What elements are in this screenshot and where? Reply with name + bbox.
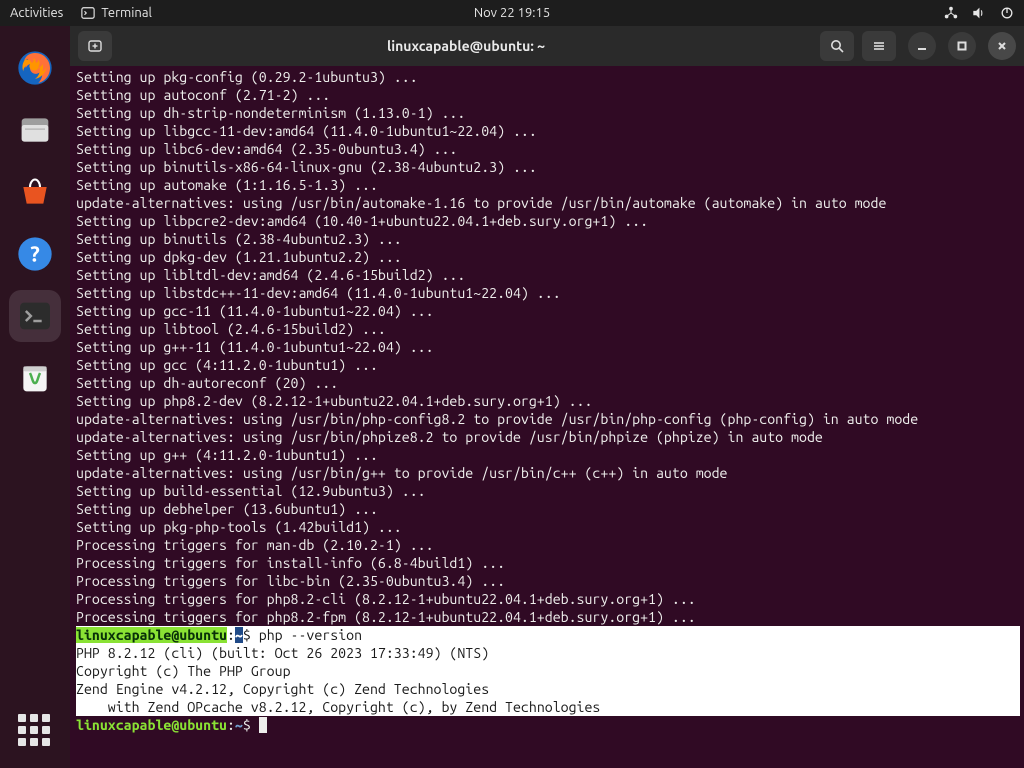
terminal-output-line: Setting up dh-strip-nondeterminism (1.13…: [76, 104, 1020, 122]
terminal-output-line: Setting up build-essential (12.9ubuntu3)…: [76, 482, 1020, 500]
terminal-titlebar: linuxcapable@ubuntu: ~: [70, 26, 1024, 66]
volume-icon[interactable]: [972, 6, 986, 20]
dock-terminal-icon[interactable]: [9, 290, 61, 342]
prompt-dollar: $: [243, 717, 259, 733]
dock-software-icon[interactable]: [9, 166, 61, 218]
terminal-output-line: Setting up libltdl-dev:amd64 (2.4.6-15bu…: [76, 266, 1020, 284]
terminal-cursor: [259, 717, 267, 733]
terminal-output-line: Setting up php8.2-dev (8.2.12-1+ubuntu22…: [76, 392, 1020, 410]
dock-firefox-icon[interactable]: [9, 42, 61, 94]
gnome-topbar: Activities Terminal Nov 22 19:15: [0, 0, 1024, 26]
topbar-app-indicator[interactable]: Terminal: [81, 6, 152, 20]
network-icon[interactable]: [944, 6, 958, 20]
terminal-output-line: Setting up automake (1:1.16.5-1.3) ...: [76, 176, 1020, 194]
terminal-output-line: Setting up libtool (2.4.6-15build2) ...: [76, 320, 1020, 338]
prompt-path: ~: [235, 717, 243, 733]
window-maximize-button[interactable]: [948, 32, 976, 60]
terminal-output-line: update-alternatives: using /usr/bin/phpi…: [76, 428, 1020, 446]
terminal-output-line: Zend Engine v4.2.12, Copyright (c) Zend …: [76, 680, 1020, 698]
terminal-output-line: update-alternatives: using /usr/bin/g++ …: [76, 464, 1020, 482]
topbar-app-label: Terminal: [101, 6, 152, 20]
window-minimize-button[interactable]: [908, 32, 936, 60]
terminal-output-line: Processing triggers for php8.2-cli (8.2.…: [76, 590, 1020, 608]
terminal-output-line: Setting up libstdc++-11-dev:amd64 (11.4.…: [76, 284, 1020, 302]
terminal-output-line: Processing triggers for install-info (6.…: [76, 554, 1020, 572]
terminal-output-line: Setting up libgcc-11-dev:amd64 (11.4.0-1…: [76, 122, 1020, 140]
window-close-button[interactable]: [988, 32, 1016, 60]
terminal-output-line: Setting up g++-11 (11.4.0-1ubuntu1~22.04…: [76, 338, 1020, 356]
terminal-output-line: Setting up gcc (4:11.2.0-1ubuntu1) ...: [76, 356, 1020, 374]
terminal-output-line: Setting up pkg-php-tools (1.42build1) ..…: [76, 518, 1020, 536]
prompt-sep: :: [227, 717, 235, 733]
terminal-output-line: with Zend OPcache v8.2.12, Copyright (c)…: [76, 698, 1020, 716]
terminal-prompt-line[interactable]: linuxcapable@ubuntu:~$: [76, 716, 1020, 734]
terminal-output-line: update-alternatives: using /usr/bin/auto…: [76, 194, 1020, 212]
terminal-output-line: Processing triggers for libc-bin (2.35-0…: [76, 572, 1020, 590]
terminal-window: linuxcapable@ubuntu: ~ Setting up pkg-co…: [70, 26, 1024, 768]
gnome-dock: ?: [0, 26, 70, 768]
terminal-command-line: linuxcapable@ubuntu:~$ php --version: [76, 626, 1020, 644]
new-tab-button[interactable]: [78, 31, 112, 61]
terminal-output-line: Processing triggers for php8.2-fpm (8.2.…: [76, 608, 1020, 626]
terminal-output-line: PHP 8.2.12 (cli) (built: Oct 26 2023 17:…: [76, 644, 1020, 662]
terminal-output-line: Copyright (c) The PHP Group: [76, 662, 1020, 680]
terminal-output-line: Setting up dh-autoreconf (20) ...: [76, 374, 1020, 392]
dock-show-apps-icon[interactable]: [18, 714, 52, 748]
terminal-output-line: update-alternatives: using /usr/bin/php-…: [76, 410, 1020, 428]
terminal-output-line: Setting up autoconf (2.71-2) ...: [76, 86, 1020, 104]
terminal-output-line: Setting up gcc-11 (11.4.0-1ubuntu1~22.04…: [76, 302, 1020, 320]
search-button[interactable]: [820, 31, 854, 61]
hamburger-menu-button[interactable]: [862, 31, 896, 61]
prompt-path: ~: [235, 627, 243, 643]
terminal-output-line: Setting up pkg-config (0.29.2-1ubuntu3) …: [76, 68, 1020, 86]
activities-button[interactable]: Activities: [10, 6, 63, 20]
terminal-command-text: php --version: [259, 627, 362, 643]
terminal-viewport[interactable]: Setting up pkg-config (0.29.2-1ubuntu3) …: [70, 66, 1024, 768]
prompt-user: linuxcapable@ubuntu: [76, 717, 227, 733]
dock-files-icon[interactable]: [9, 104, 61, 156]
window-title: linuxcapable@ubuntu: ~: [120, 38, 812, 54]
terminal-output-line: Setting up binutils-x86-64-linux-gnu (2.…: [76, 158, 1020, 176]
terminal-small-icon: [81, 6, 95, 20]
terminal-output-line: Setting up binutils (2.38-4ubuntu2.3) ..…: [76, 230, 1020, 248]
terminal-highlighted-block: linuxcapable@ubuntu:~$ php --versionPHP …: [76, 626, 1020, 716]
prompt-user: linuxcapable@ubuntu: [76, 627, 227, 643]
dock-help-icon[interactable]: ?: [9, 228, 61, 280]
terminal-output-line: Setting up dpkg-dev (1.21.1ubuntu2.2) ..…: [76, 248, 1020, 266]
terminal-output-line: Setting up libpcre2-dev:amd64 (10.40-1+u…: [76, 212, 1020, 230]
terminal-output-line: Setting up libc6-dev:amd64 (2.35-0ubuntu…: [76, 140, 1020, 158]
dock-trash-icon[interactable]: [9, 352, 61, 404]
terminal-output-line: Setting up debhelper (13.6ubuntu1) ...: [76, 500, 1020, 518]
terminal-output-line: Processing triggers for man-db (2.10.2-1…: [76, 536, 1020, 554]
prompt-sep: :: [227, 627, 235, 643]
terminal-output-line: Setting up g++ (4:11.2.0-1ubuntu1) ...: [76, 446, 1020, 464]
power-icon[interactable]: [1000, 6, 1014, 20]
topbar-clock[interactable]: Nov 22 19:15: [474, 6, 550, 20]
svg-text:?: ?: [30, 243, 40, 267]
prompt-dollar: $: [243, 627, 259, 643]
